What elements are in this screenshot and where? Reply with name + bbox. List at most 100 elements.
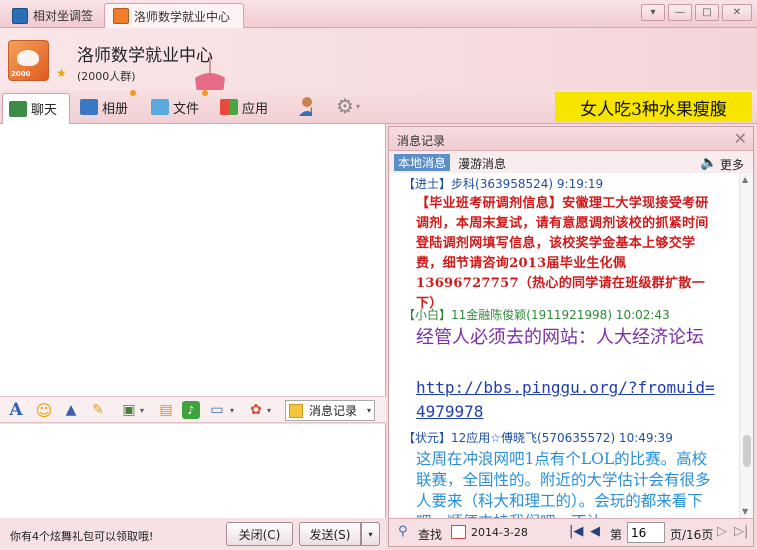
minimize-button[interactable]: — <box>668 4 692 21</box>
search-button[interactable]: 查找 <box>418 526 442 543</box>
message-input[interactable] <box>0 424 386 518</box>
first-page-icon[interactable]: |◀ <box>569 524 583 539</box>
input-toolbar: A ☺ ▲ ✎ ▣ ▾ ▤ ♪ ▭ ▾ ✿ ▾ 消息记录 ▾ <box>0 396 386 423</box>
message-history-label: 消息记录 <box>309 404 358 418</box>
tab-file-label: 文件 <box>173 101 200 117</box>
gift-notice[interactable]: 你有4个炫舞礼包可以领取哦! <box>10 528 153 544</box>
chevron-down-icon[interactable]: ▾ <box>265 401 273 419</box>
album-icon <box>80 99 98 115</box>
prev-page-icon[interactable]: ◀ <box>590 524 600 539</box>
next-page-icon[interactable]: ▷ <box>717 524 727 539</box>
tab-chat-label: 聊天 <box>31 103 58 118</box>
page-label: 第 <box>610 528 623 542</box>
tab-album[interactable]: 相册 <box>74 94 134 120</box>
page-number-input[interactable] <box>627 522 665 543</box>
gift-icon[interactable]: ✿ <box>247 401 265 419</box>
emoji-icon[interactable]: ☺ <box>35 401 53 420</box>
add-member-button[interactable] <box>292 94 318 118</box>
chat-message-area[interactable] <box>0 124 386 396</box>
chevron-down-icon: ▾ <box>366 406 371 415</box>
tab-local-messages[interactable]: 本地消息 <box>394 154 450 171</box>
close-icon[interactable]: ✕ <box>734 129 747 148</box>
group-member-count: (2000人群) <box>77 70 136 83</box>
bottom-bar: 你有4个炫舞礼包可以领取哦! 关闭(C) 发送(S) ▾ <box>0 518 386 550</box>
ad-banner[interactable]: 女人吃3种水果瘦腹 <box>555 92 752 122</box>
album-notification-dot <box>130 90 136 96</box>
message-text: 经管人必须去的网站：人大经济论坛 <box>416 327 704 348</box>
search-icon[interactable]: ⚲ <box>398 524 408 539</box>
message-header: 【进士】步科(363958524) 9:19:19 <box>403 175 603 192</box>
tab-file[interactable]: 文件 <box>145 94 205 120</box>
message-text: 这周在冲浪网吧1点有个LOL的比赛。高校联赛，全国性的。附近的大学估计会有很多人… <box>416 450 711 518</box>
history-date[interactable]: 2014-3-28 <box>471 526 528 539</box>
calendar-icon[interactable] <box>451 525 466 539</box>
star-icon: ★ <box>56 66 67 80</box>
last-page-icon[interactable]: ▷| <box>734 524 748 539</box>
tab-contacts-label: 相对坐调签 <box>33 9 94 23</box>
chevron-down-icon[interactable]: ▾ <box>228 401 236 419</box>
tab-app-label: 应用 <box>242 101 269 117</box>
message-header: 【小白】11金融陈俊颖(1911921998) 10:02:43 <box>403 306 670 323</box>
member-rank: 【小白】 <box>403 308 452 322</box>
member-rank: 【进士】 <box>403 177 452 191</box>
file-notification-dot <box>202 90 208 96</box>
video-icon[interactable]: ▭ <box>208 401 226 419</box>
speaker-icon[interactable]: 🔈 <box>700 155 717 171</box>
tab-group-chat[interactable]: 洛师数学就业中心 <box>104 3 244 28</box>
screenshot-icon[interactable]: ▣ <box>120 401 138 419</box>
gear-icon: ⚙ <box>336 94 354 118</box>
chevron-down-icon[interactable]: ▾ <box>138 401 146 419</box>
message-history-button[interactable]: 消息记录 ▾ <box>285 400 375 421</box>
group-avatar[interactable]: 2000 <box>8 40 49 81</box>
window-menu-button[interactable]: ▾ <box>641 4 665 21</box>
window-tab-bar: 相对坐调签 洛师数学就业中心 ▾ — □ ✕ <box>0 0 757 28</box>
shake-icon[interactable]: ▲ <box>62 401 80 419</box>
history-message-list[interactable]: 【进士】步科(363958524) 9:19:19 【毕业班考研调剂信息】安徽理… <box>389 173 739 518</box>
chevron-down-icon: ▾ <box>355 101 360 111</box>
tab-contacts[interactable]: 相对坐调签 <box>4 3 102 28</box>
music-icon[interactable]: ♪ <box>182 401 200 419</box>
avatar-badge: 2000 <box>11 70 31 78</box>
settings-button[interactable]: ⚙ ▾ <box>330 94 366 118</box>
group-toolbar: 聊天 相册 文件 应用 ⚙ ▾ 女人吃3种水果瘦腹 <box>0 90 757 124</box>
font-icon[interactable]: A <box>7 400 25 420</box>
tab-chat[interactable]: 聊天 <box>2 93 70 124</box>
sender-info[interactable]: 12应用☆傅晓飞(570635572) 10:49:39 <box>451 431 673 445</box>
history-titlebar: 消息记录 ✕ <box>389 127 753 151</box>
send-button[interactable]: 发送(S) <box>299 522 361 546</box>
group-icon <box>113 8 129 24</box>
history-title: 消息记录 <box>397 134 446 148</box>
more-button[interactable]: 更多 <box>720 156 744 173</box>
scroll-up-icon[interactable]: ▲ <box>742 175 748 184</box>
history-footer: ⚲ 查找 2014-3-28 |◀ ◀ 第 页/16页 ▷ ▷| <box>389 518 753 546</box>
send-file-icon[interactable]: ▤ <box>157 401 175 419</box>
scroll-down-icon[interactable]: ▼ <box>742 507 748 516</box>
group-header: 2000 ★ 洛师数学就业中心 (2000人群) <box>0 28 757 176</box>
history-scrollbar[interactable]: ▲ ▼ <box>739 173 753 518</box>
app-grid-icon <box>220 99 238 115</box>
add-user-icon <box>299 97 312 116</box>
page-total: 页/16页 <box>670 528 714 542</box>
scrollbar-thumb[interactable] <box>743 435 751 467</box>
tab-roaming-messages[interactable]: 漫游消息 <box>458 155 506 172</box>
folder-icon <box>151 99 169 115</box>
tab-album-label: 相册 <box>102 101 129 117</box>
sender-info[interactable]: 步科(363958524) 9:19:19 <box>451 177 603 191</box>
doodle-icon[interactable]: ✎ <box>89 401 107 419</box>
tab-app[interactable]: 应用 <box>214 94 274 120</box>
message-history-panel: 消息记录 ✕ 本地消息 漫游消息 🔈 更多 【进士】步科(363958524) … <box>388 126 754 547</box>
history-tabs: 本地消息 漫游消息 🔈 更多 <box>389 151 753 173</box>
message-link[interactable]: http://bbs.pinggu.org/?fromuid=4979978 <box>416 376 721 424</box>
message-header: 【状元】12应用☆傅晓飞(570635572) 10:49:39 <box>403 429 673 446</box>
tab-group-label: 洛师数学就业中心 <box>134 9 231 24</box>
member-rank: 【状元】 <box>403 431 452 445</box>
send-options-button[interactable]: ▾ <box>361 522 380 546</box>
close-button[interactable]: 关闭(C) <box>226 522 293 546</box>
message-text: 【毕业班考研调剂信息】安徽理工大学现接受考研调剂，本周末复试，请有意愿调剂该校的… <box>416 196 709 311</box>
close-window-button[interactable]: ✕ <box>722 4 752 21</box>
history-icon <box>289 403 303 418</box>
contacts-icon <box>12 7 28 24</box>
chat-icon <box>9 100 27 117</box>
sender-info[interactable]: 11金融陈俊颖(1911921998) 10:02:43 <box>451 308 670 322</box>
maximize-button[interactable]: □ <box>695 4 719 21</box>
